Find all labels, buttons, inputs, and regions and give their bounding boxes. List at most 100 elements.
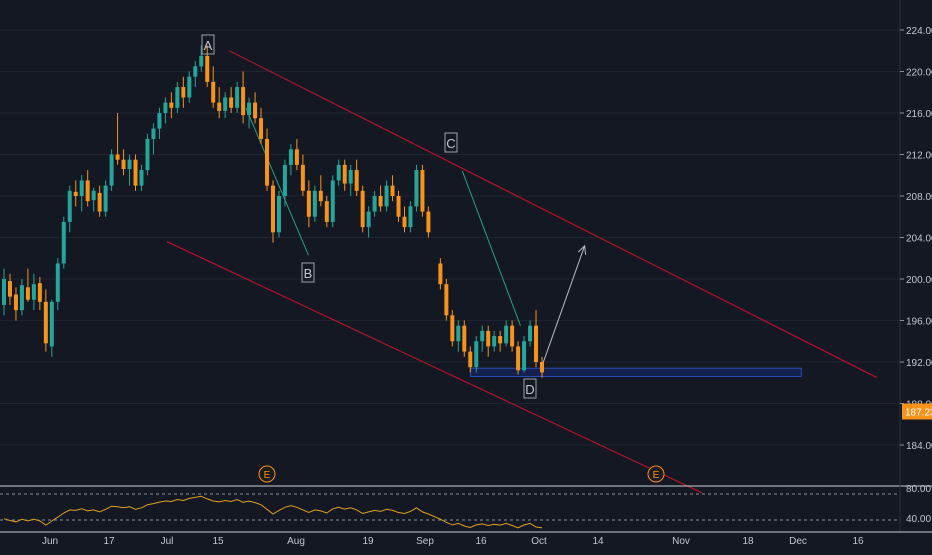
- candle-body: [25, 287, 30, 300]
- wave-label-text: C: [446, 136, 455, 151]
- candle-body: [235, 87, 240, 108]
- price-label: 204.00: [906, 234, 932, 245]
- candle: [133, 154, 138, 191]
- candle-body: [259, 118, 264, 139]
- candle-body: [360, 190, 365, 228]
- candle-body: [366, 211, 371, 228]
- candle-body: [73, 191, 78, 196]
- candle-body: [7, 281, 12, 297]
- candle-body: [13, 294, 18, 311]
- candle-body: [175, 87, 180, 108]
- candle: [420, 164, 425, 217]
- candle-body: [276, 196, 281, 233]
- candle-body: [163, 102, 168, 113]
- candle: [276, 190, 281, 238]
- time-label: 15: [212, 536, 224, 547]
- price-label: 192.00: [906, 358, 932, 369]
- candle-body: [205, 55, 210, 82]
- candle-body: [516, 346, 521, 371]
- candle: [474, 336, 479, 373]
- candle-body: [199, 55, 204, 67]
- candle-body: [528, 325, 533, 342]
- candle-body: [85, 180, 90, 202]
- candle-body: [145, 138, 150, 171]
- price-label: 220.00: [906, 68, 932, 79]
- candle-body: [336, 164, 341, 181]
- candle-body: [474, 341, 479, 368]
- price-label: 196.00: [906, 317, 932, 328]
- time-label: Aug: [287, 536, 305, 547]
- candle-body: [330, 180, 335, 222]
- time-label: 16: [475, 536, 487, 547]
- candle-body: [426, 211, 431, 233]
- candle-body: [37, 283, 42, 302]
- time-label: Sep: [416, 536, 434, 547]
- candle: [103, 180, 108, 217]
- candle-body: [139, 170, 144, 186]
- time-label: Dec: [789, 536, 807, 547]
- time-label: 14: [592, 536, 604, 547]
- last-price-text: 187.23: [905, 407, 932, 418]
- price-label: 216.00: [906, 109, 932, 120]
- candle-body: [408, 206, 413, 228]
- candle-body: [169, 102, 174, 108]
- candle-body: [115, 154, 120, 160]
- time-label: Oct: [531, 536, 547, 547]
- candle: [522, 336, 527, 373]
- wave-label-a: A: [201, 34, 215, 55]
- rsi-scale-label: 40.00: [906, 514, 931, 525]
- time-label: 16: [852, 536, 864, 547]
- wave-label-c: C: [444, 132, 458, 153]
- candle-body: [354, 170, 359, 191]
- candle: [462, 320, 467, 357]
- candle-body: [288, 149, 293, 165]
- candle-body: [414, 170, 419, 207]
- wave-label-text: B: [304, 266, 313, 281]
- price-chart: A B C D E E 80.00 40.00 224.00 220.00 216.00 212…: [0, 0, 932, 550]
- candle-body: [372, 196, 377, 212]
- candle-body: [342, 164, 347, 184]
- candle-body: [19, 285, 24, 311]
- time-label: 19: [362, 536, 374, 547]
- candle-body: [294, 149, 299, 165]
- time-label: Jul: [161, 536, 174, 547]
- candle-body: [43, 301, 48, 344]
- candle: [312, 185, 317, 222]
- candle-body: [241, 87, 246, 116]
- candle-body: [133, 159, 138, 186]
- candle-body: [2, 279, 6, 305]
- candle-body: [306, 190, 311, 217]
- time-label: Jun: [42, 536, 58, 547]
- candle-body: [534, 325, 539, 362]
- candle-body: [157, 113, 162, 129]
- candle-body: [318, 190, 323, 202]
- candle-body: [67, 190, 72, 222]
- candle-body: [438, 263, 443, 285]
- price-label: 184.00: [906, 441, 932, 452]
- wave-label-d: D: [523, 378, 537, 399]
- support-zone-box: [470, 367, 802, 378]
- candle-body: [378, 196, 383, 207]
- candle-body: [79, 180, 84, 196]
- event-marker-text: E: [653, 470, 660, 481]
- candle-body: [109, 154, 114, 186]
- candle-body: [522, 341, 527, 371]
- candle-body: [444, 284, 449, 316]
- support-zone: [470, 367, 802, 378]
- time-label: 17: [103, 536, 115, 547]
- time-label: 18: [742, 536, 754, 547]
- candle-body: [498, 336, 503, 344]
- candle: [360, 185, 365, 233]
- candle-body: [265, 138, 270, 186]
- candle-body: [348, 170, 353, 184]
- candle-body: [510, 325, 515, 347]
- candle-body: [211, 81, 216, 103]
- candle-body: [486, 330, 491, 347]
- candle-body: [312, 190, 317, 217]
- candle-body: [420, 170, 425, 212]
- candle-body: [282, 164, 287, 196]
- candle-body: [492, 336, 497, 347]
- candle-body: [270, 185, 275, 233]
- candle-body: [462, 325, 467, 352]
- candle: [414, 164, 419, 212]
